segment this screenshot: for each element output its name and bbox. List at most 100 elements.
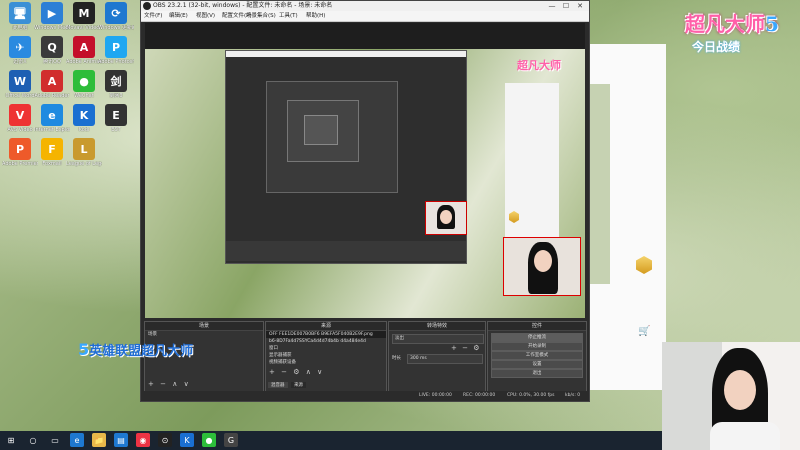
add-source-icon[interactable]: + — [269, 368, 275, 376]
move-up-icon[interactable]: ∧ — [306, 368, 311, 376]
move-down-icon[interactable]: ∨ — [317, 368, 322, 376]
desktop-icon[interactable]: ✈ 迅雷X — [2, 36, 38, 65]
obs-titlebar[interactable]: OBS 23.2.1 (32-bit, windows) - 配置文件: 未命名… — [141, 1, 589, 11]
menu-tools[interactable]: 工具(T) — [279, 11, 298, 21]
taskbar-explorer-icon[interactable]: 📁 — [92, 433, 106, 447]
preview-brand: 超凡大师 — [517, 57, 561, 73]
desktop-icon-label: EST — [111, 127, 121, 133]
transition-settings-icon[interactable]: ⚙ — [473, 344, 479, 352]
source-item[interactable]: 窗口 — [266, 345, 386, 352]
menu-file[interactable]: 文件(F) — [144, 11, 162, 21]
desktop-icon[interactable]: ● WeChat — [66, 70, 102, 99]
source-item[interactable]: 视频捕获设备 — [266, 359, 386, 366]
remove-source-icon[interactable]: − — [281, 368, 287, 376]
controls-dock: 控件 停止推流 开始录制 工作室模式 设置 退出 — [487, 321, 587, 395]
streamer-webcam — [662, 342, 800, 450]
app-icon: M — [73, 2, 95, 24]
app-icon: ⟳ — [105, 2, 127, 24]
source-item[interactable]: OFF FEE1DE007B0BF6 B9EFA5F040B2E9F.png — [266, 331, 386, 338]
app-icon: E — [105, 104, 127, 126]
app-icon: L — [73, 138, 95, 160]
obs-window[interactable]: OBS 23.2.1 (32-bit, windows) - 配置文件: 未命名… — [140, 0, 590, 402]
dock-tabs: 混音器 来源 — [268, 382, 306, 390]
desktop-icon[interactable]: V AVS Video — [2, 104, 38, 133]
app-icon: P — [105, 36, 127, 58]
desktop-icon-label: Office Word — [5, 93, 35, 99]
tab-mixer[interactable]: 混音器 — [268, 382, 288, 388]
tab-sources[interactable]: 来源 — [290, 382, 306, 388]
desktop-icon[interactable]: A Adobe Reader — [34, 70, 70, 99]
start-recording-button[interactable]: 开始录制 — [491, 342, 583, 351]
duration-input[interactable]: 300 ms — [407, 354, 483, 364]
menu-view[interactable]: 视图(V) — [196, 11, 215, 21]
desktop-icon-label: Kodi — [78, 127, 90, 133]
taskbar-store-icon[interactable]: ▤ — [114, 433, 128, 447]
desktop-icon[interactable]: F Foxmail — [34, 138, 70, 167]
taskbar-obs-icon[interactable]: ⊙ — [158, 433, 172, 447]
exit-button[interactable]: 退出 — [491, 369, 583, 378]
scene-item[interactable]: 场景 — [145, 331, 263, 338]
desktop-icon[interactable]: ⟳Windows 更新助手 — [98, 2, 134, 31]
desktop-icon[interactable]: 🖥 此电脑 — [2, 2, 38, 31]
desktop-icon[interactable]: P Adobe Premiere — [2, 138, 38, 167]
brand-title: 超凡大师5 — [685, 8, 779, 37]
controls-dock-title: 控件 — [488, 322, 586, 331]
taskbar-wechat-icon[interactable]: ● — [202, 433, 216, 447]
taskbar-task-view-icon[interactable]: ▭ — [48, 433, 62, 447]
taskbar-start-icon[interactable]: ⊞ — [4, 433, 18, 447]
taskbar-kodi-icon[interactable]: K — [180, 433, 194, 447]
taskbar-cortana-icon[interactable]: ○ — [26, 433, 40, 447]
transition-select[interactable]: 淡出 — [392, 334, 484, 344]
studio-mode-button[interactable]: 工作室模式 — [491, 351, 583, 360]
overlay-caption-text: 英雄联盟超凡大师 — [89, 344, 194, 359]
remove-transition-icon[interactable]: − — [462, 344, 468, 352]
close-button[interactable]: ✕ — [573, 1, 587, 11]
stop-streaming-button[interactable]: 停止推流 — [491, 333, 583, 342]
app-icon: ● — [73, 70, 95, 92]
maximize-button[interactable]: ☐ — [559, 1, 573, 11]
desktop-icon[interactable]: E EST — [98, 104, 134, 133]
desktop-icon[interactable]: PAdobe Photoshop — [98, 36, 134, 65]
live-status: LIVE: 00:00:00 — [419, 393, 452, 398]
desktop-icon[interactable]: W Office Word — [2, 70, 38, 99]
remove-scene-icon[interactable]: − — [160, 380, 166, 388]
transition-select-value: 淡出 — [395, 336, 404, 341]
desktop-icon[interactable]: 剑剑网3 — [98, 70, 134, 99]
source-item[interactable]: 显示器捕获 — [266, 352, 386, 359]
add-transition-icon[interactable]: + — [451, 344, 457, 352]
app-icon: 🖥 — [9, 2, 31, 24]
desktop-icon[interactable]: LLeague of Legends — [66, 138, 102, 167]
taskbar-chrome-icon[interactable]: ◉ — [136, 433, 150, 447]
desktop-icon[interactable]: ▶Windows Media Player — [34, 2, 70, 31]
move-down-icon[interactable]: ∨ — [184, 380, 189, 388]
streamer-face — [724, 370, 756, 410]
nested-webcam-face — [440, 210, 452, 224]
nested-preview-level-2 — [266, 81, 398, 193]
move-up-icon[interactable]: ∧ — [172, 380, 177, 388]
rec-status: REC: 00:00:00 — [463, 393, 496, 398]
desktop-icons: 🖥此电脑▶Windows Media PlayerMMovavi Video E… — [0, 0, 140, 430]
settings-button[interactable]: 设置 — [491, 360, 583, 369]
add-scene-icon[interactable]: + — [148, 380, 154, 388]
webcam-capture-source[interactable] — [503, 237, 581, 296]
desktop-icon[interactable]: eInternet Explorer — [34, 104, 70, 133]
app-icon: W — [9, 70, 31, 92]
taskbar-game-icon[interactable]: G — [224, 433, 238, 447]
menu-edit[interactable]: 编辑(E) — [169, 11, 188, 21]
desktop-icon[interactable]: MMovavi Video Editor — [66, 2, 102, 31]
desktop-icon-label: Adobe Reader — [34, 93, 70, 99]
transitions-dock-title: 转场特效 — [389, 322, 485, 331]
duration-value: 300 ms — [410, 356, 427, 361]
nested-obs-titlebar — [226, 51, 466, 57]
taskbar-edge-icon[interactable]: e — [70, 433, 84, 447]
source-settings-icon[interactable]: ⚙ — [293, 368, 299, 376]
menu-help[interactable]: 帮助(H) — [306, 11, 325, 21]
preview-rank-badge-icon — [509, 211, 519, 223]
source-item[interactable]: b6-8D7Fa4d7SSYCa4d4d74b4b d4a484e4d — [266, 338, 386, 345]
menu-scene-collection[interactable]: 场景集合(S) — [246, 11, 276, 21]
desktop-icon[interactable]: Q 腾讯QQ — [34, 36, 70, 65]
desktop-icon[interactable]: K Kodi — [66, 104, 102, 133]
minimize-button[interactable]: — — [545, 1, 559, 11]
overlay-caption: 5英雄联盟超凡大师 — [78, 340, 193, 359]
desktop-icon[interactable]: A Adobe Animate — [66, 36, 102, 65]
